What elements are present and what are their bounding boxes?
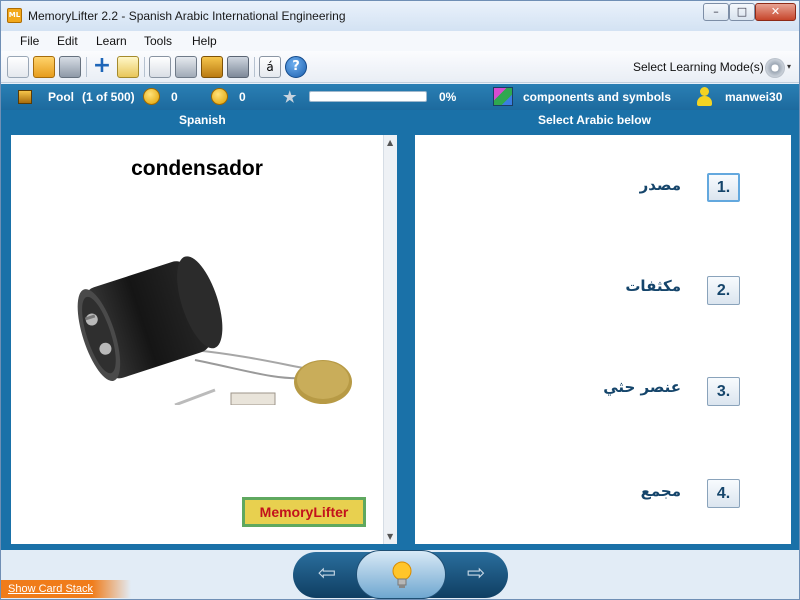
back-arrow-icon[interactable]: ⇦ (299, 557, 355, 591)
answer-button-2[interactable]: 2. (707, 276, 740, 305)
answer-button-4[interactable]: 4. (707, 479, 740, 508)
question-panel: condensador MemoryLifter ▲ ▼ (11, 135, 397, 544)
maximize-button[interactable]: □ (729, 3, 755, 21)
progress-bar (309, 91, 427, 102)
print-cards-icon[interactable] (175, 56, 197, 78)
answer-text-3[interactable]: عنصر حثي (603, 378, 681, 396)
title-bar: ML MemoryLifter 2.2 - Spanish Arabic Int… (1, 1, 799, 31)
chevron-down-icon[interactable]: ▾ (787, 62, 791, 71)
bottom-bar: ⇦ ⇨ Show Card Stack (1, 550, 799, 599)
answer-text-1[interactable]: مصدر (640, 176, 681, 194)
card-stack-icon[interactable] (201, 56, 223, 78)
happy-smiley-icon (143, 88, 160, 105)
scroll-up-icon[interactable]: ▲ (387, 138, 393, 147)
answer-button-1[interactable]: 1. (707, 173, 740, 202)
forward-arrow-icon[interactable]: ⇨ (448, 557, 504, 591)
character-map-icon[interactable]: á (259, 56, 281, 78)
sad-smiley-icon (211, 88, 228, 105)
window-title: MemoryLifter 2.2 - Spanish Arabic Intern… (28, 9, 346, 23)
menu-help[interactable]: Help (192, 34, 217, 48)
toolbar: + á ? Select Learning Mode(s) ▾ (1, 51, 799, 83)
card-area: Spanish Select Arabic below condensador (1, 110, 799, 550)
status-bar: Pool (1 of 500) 0 0 ★ 0% components and … (1, 84, 799, 110)
correct-count: 0 (171, 90, 178, 104)
toolbar-separator (86, 57, 87, 77)
learning-mode-label[interactable]: Select Learning Mode(s) (633, 60, 764, 74)
hint-button[interactable] (356, 550, 446, 599)
progress-percent: 0% (439, 90, 457, 104)
question-word: condensador (131, 157, 263, 180)
tools-icon[interactable] (227, 56, 249, 78)
slideshow-icon[interactable] (149, 56, 171, 78)
print-icon[interactable] (59, 56, 81, 78)
app-window: ML MemoryLifter 2.2 - Spanish Arabic Int… (0, 0, 800, 600)
pool-count: (1 of 500) (82, 90, 135, 104)
wrong-count: 0 (239, 90, 246, 104)
vertical-scrollbar[interactable]: ▲ ▼ (383, 135, 397, 544)
capacitor-image (77, 256, 352, 405)
user-icon (697, 87, 712, 106)
chapters-icon (493, 87, 513, 106)
pool-label: Pool (48, 90, 74, 104)
new-icon[interactable] (7, 56, 29, 78)
help-icon[interactable]: ? (285, 56, 307, 78)
question-header: Spanish (179, 113, 226, 127)
answer-button-3[interactable]: 3. (707, 377, 740, 406)
close-button[interactable]: ✕ (755, 3, 796, 21)
answer-text-2[interactable]: مكثفات (625, 277, 681, 295)
card-pool-icon (18, 90, 32, 104)
minimize-button[interactable]: – (703, 3, 729, 21)
answer-text-4[interactable]: مجمع (641, 482, 681, 500)
show-card-stack-link[interactable]: Show Card Stack (8, 583, 93, 595)
toolbar-separator (254, 57, 255, 77)
menu-learn[interactable]: Learn (96, 34, 127, 48)
user-name: manwei30 (725, 90, 783, 104)
answer-panel: مصدر 1. مكثفات 2. عنصر حثي 3. مجمع 4. (415, 135, 791, 544)
open-icon[interactable] (33, 56, 55, 78)
app-logo-icon: ML (7, 8, 22, 23)
gear-icon[interactable] (765, 58, 785, 78)
menu-edit[interactable]: Edit (57, 34, 78, 48)
show-card-stack-tab[interactable]: Show Card Stack (1, 580, 131, 598)
memorylifter-logo: MemoryLifter (242, 497, 366, 527)
add-icon[interactable]: + (91, 55, 113, 78)
menu-file[interactable]: File (20, 34, 39, 48)
scroll-down-icon[interactable]: ▼ (387, 532, 393, 541)
menu-tools[interactable]: Tools (144, 34, 172, 48)
toolbar-separator (144, 57, 145, 77)
chapter-name: components and symbols (523, 90, 672, 104)
edit-icon[interactable] (117, 56, 139, 78)
lightbulb-icon (392, 561, 412, 588)
menu-bar: File Edit Learn Tools Help (1, 31, 799, 51)
star-icon: ★ (283, 89, 297, 106)
answer-header: Select Arabic below (538, 113, 651, 127)
